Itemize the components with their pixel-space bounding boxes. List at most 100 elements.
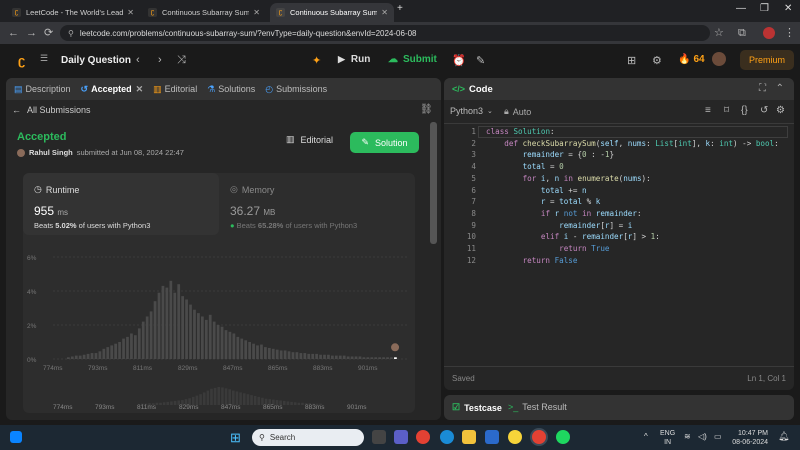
tab-accepted[interactable]: ↺ Accepted ✕: [81, 84, 144, 95]
bookmark-icon[interactable]: ⌑: [724, 105, 729, 116]
chart-bar[interactable]: [271, 348, 275, 359]
chart-bar[interactable]: [232, 333, 236, 360]
chart-bar[interactable]: [291, 352, 295, 359]
chart-bar[interactable]: [126, 336, 129, 359]
debug-icon[interactable]: ✦: [312, 54, 321, 67]
chart-bar[interactable]: [70, 356, 74, 359]
chart-bar[interactable]: [67, 357, 70, 359]
new-tab-icon[interactable]: +: [397, 3, 403, 14]
widgets-icon[interactable]: [10, 431, 22, 443]
chart-bar[interactable]: [382, 357, 385, 359]
close-tab-icon[interactable]: ✕: [381, 8, 388, 17]
edge-icon[interactable]: [440, 430, 454, 444]
chart-bar[interactable]: [287, 351, 291, 359]
prev-problem-icon[interactable]: ‹: [136, 54, 140, 66]
chart-bar[interactable]: [315, 353, 318, 359]
autocomplete-mode[interactable]: 🔒︎ Auto: [504, 106, 531, 117]
chart-bar[interactable]: [279, 350, 283, 360]
chart-bar[interactable]: [307, 353, 311, 359]
chart-bar[interactable]: [189, 304, 192, 359]
chart-bar[interactable]: [366, 357, 370, 359]
layout-icon[interactable]: ⊞: [627, 54, 636, 67]
submit-button[interactable]: ☁ Submit: [388, 54, 437, 65]
close-tab-icon[interactable]: ✕: [136, 84, 144, 95]
browser-tab-1[interactable]: ʗ LeetCode - The World's Leading ✕: [6, 3, 140, 22]
chart-bar[interactable]: [98, 351, 102, 359]
share-link-icon[interactable]: ⛓: [420, 104, 433, 115]
chart-bar[interactable]: [193, 309, 196, 359]
chart-bar[interactable]: [362, 357, 366, 359]
tab-testcase[interactable]: ☑ Testcase: [452, 402, 502, 413]
chart-bar[interactable]: [200, 316, 204, 360]
chart-bar[interactable]: [161, 285, 165, 359]
chart-bar[interactable]: [256, 345, 259, 359]
reset-icon[interactable]: ↺: [760, 105, 768, 116]
chart-bar[interactable]: [390, 357, 393, 359]
extensions-icon[interactable]: ⧉: [738, 27, 746, 39]
task-view-icon[interactable]: [372, 430, 386, 444]
chart-bar[interactable]: [358, 356, 362, 359]
chart-bar[interactable]: [252, 343, 255, 359]
chart-bar[interactable]: [331, 355, 334, 359]
start-windows-icon[interactable]: ⊞: [230, 430, 241, 446]
wifi-icon[interactable]: ≋: [684, 432, 691, 441]
chart-bar[interactable]: [181, 296, 185, 359]
chart-bar[interactable]: [374, 357, 378, 359]
problem-list-icon[interactable]: ☰: [40, 53, 48, 64]
store-icon[interactable]: [485, 430, 499, 444]
chart-bar[interactable]: [224, 330, 228, 359]
tray-chevron-icon[interactable]: ^: [644, 432, 648, 441]
chart-bar[interactable]: [295, 352, 299, 359]
chart-bar[interactable]: [303, 353, 307, 359]
chart-bar[interactable]: [130, 333, 133, 360]
taskbar-search-box[interactable]: ⚲ Search: [252, 429, 364, 446]
tab-solutions[interactable]: ⚗ Solutions: [207, 84, 255, 95]
chart-bar[interactable]: [169, 280, 173, 359]
chart-bar[interactable]: [283, 350, 287, 360]
user-avatar[interactable]: [17, 148, 25, 157]
chart-bar[interactable]: [157, 292, 161, 359]
chart-bar[interactable]: [386, 357, 389, 359]
username[interactable]: Rahul Singh: [29, 148, 73, 157]
chart-bar[interactable]: [153, 301, 157, 359]
file-explorer-icon[interactable]: [462, 430, 476, 444]
chart-bar[interactable]: [244, 340, 248, 359]
settings-icon[interactable]: ⚙: [776, 105, 785, 116]
tab-submissions[interactable]: ◴ Submissions: [265, 84, 327, 95]
timer-icon[interactable]: ⏰: [452, 54, 466, 67]
runtime-box[interactable]: ◷ Runtime 955 ms Beats 5.02% of users wi…: [23, 173, 219, 235]
chart-bar[interactable]: [311, 353, 315, 359]
chart-bar[interactable]: [327, 354, 330, 359]
solution-button[interactable]: ✎ Solution: [350, 132, 419, 153]
chart-bar[interactable]: [236, 336, 240, 359]
collapse-icon[interactable]: ⌃: [776, 83, 784, 94]
maximize-icon[interactable]: ❐: [760, 3, 769, 14]
chart-bar[interactable]: [216, 325, 220, 359]
braces-icon[interactable]: {}: [741, 105, 748, 116]
all-submissions-link[interactable]: ← All Submissions: [12, 105, 91, 115]
chart-bar[interactable]: [378, 357, 382, 359]
chart-bar[interactable]: [299, 353, 303, 359]
chart-bar[interactable]: [133, 335, 137, 359]
chart-bar[interactable]: [102, 348, 106, 359]
chart-bar[interactable]: [149, 311, 153, 359]
teams-icon[interactable]: [394, 430, 408, 444]
settings-gear-icon[interactable]: ⚙: [652, 54, 662, 67]
language-select[interactable]: Python3 ⌄: [450, 106, 493, 116]
chart-bar[interactable]: [260, 344, 263, 359]
chart-bar[interactable]: [137, 328, 141, 359]
premium-button[interactable]: Premium: [740, 50, 794, 70]
daily-question-label[interactable]: Daily Question: [61, 55, 131, 66]
app-icon[interactable]: [508, 430, 522, 444]
chart-bar[interactable]: [78, 355, 82, 359]
chart-bar[interactable]: [204, 319, 208, 359]
back-arrow-icon[interactable]: ←: [8, 27, 19, 39]
chart-bar[interactable]: [334, 355, 338, 359]
battery-icon[interactable]: ▭: [714, 432, 722, 441]
forward-arrow-icon[interactable]: →: [26, 27, 37, 39]
vertical-scrollbar[interactable]: [430, 122, 437, 244]
chart-bar[interactable]: [350, 356, 354, 359]
chart-bar[interactable]: [110, 345, 114, 359]
user-avatar[interactable]: [712, 52, 726, 66]
chrome-active-icon[interactable]: [532, 430, 546, 444]
